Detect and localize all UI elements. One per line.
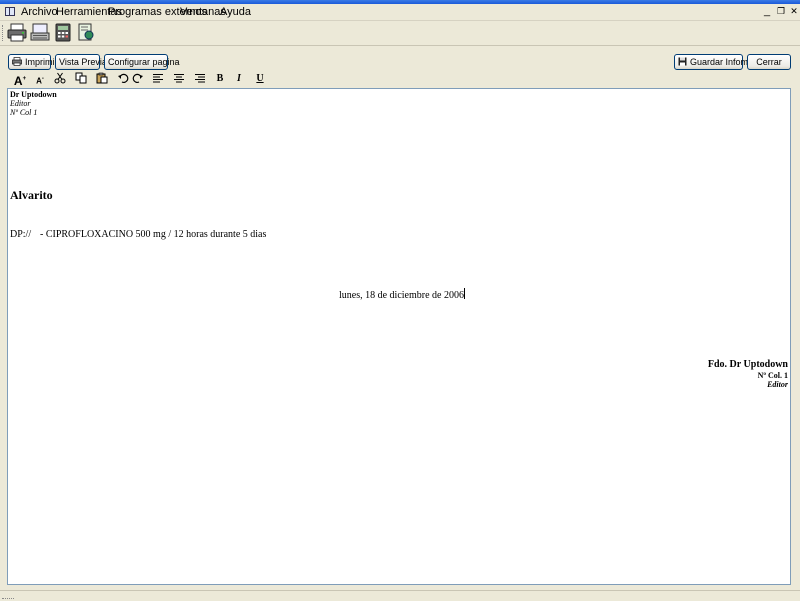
main-toolbar bbox=[0, 21, 800, 46]
app-menu-icon[interactable] bbox=[5, 7, 15, 16]
italic-button[interactable]: I bbox=[231, 72, 247, 86]
grow-font-button[interactable]: A+ bbox=[12, 72, 28, 88]
text-caret bbox=[463, 288, 465, 299]
toolbar-grip[interactable] bbox=[2, 25, 5, 41]
redo-icon[interactable] bbox=[130, 72, 146, 86]
document-icon[interactable] bbox=[76, 23, 96, 42]
align-center-icon[interactable] bbox=[171, 72, 187, 86]
floppy-icon bbox=[678, 56, 687, 70]
menu-ventanas[interactable]: Ventanas bbox=[180, 7, 226, 18]
doctor-role: Editor bbox=[10, 99, 31, 108]
close-button[interactable]: Cerrar bbox=[747, 54, 791, 70]
copy-icon[interactable] bbox=[73, 72, 89, 86]
grow-font-label: A bbox=[13, 74, 23, 88]
underline-button[interactable]: U bbox=[252, 72, 268, 86]
menu-archivo[interactable]: Archivo bbox=[21, 7, 58, 18]
signature-col-number: Nº Col. 1 bbox=[757, 371, 788, 380]
restore-icon[interactable]: ❐ bbox=[776, 6, 786, 17]
printer-icon[interactable] bbox=[7, 23, 27, 42]
save-report-button[interactable]: Guardar Infome bbox=[674, 54, 753, 70]
save-report-label: Guardar Infome bbox=[690, 57, 754, 67]
keyboard-icon[interactable] bbox=[30, 23, 50, 42]
status-grip[interactable] bbox=[2, 593, 14, 599]
menu-ayuda[interactable]: Ayuda bbox=[220, 7, 251, 18]
minimize-icon[interactable]: _ bbox=[762, 6, 772, 17]
print-button-label: Imprimir bbox=[25, 57, 58, 67]
doctor-col-number: Nº Col 1 bbox=[10, 108, 38, 117]
paste-icon[interactable] bbox=[94, 72, 110, 86]
date-text: lunes, 18 de diciembre de 2006 bbox=[339, 290, 464, 301]
patient-name: Alvarito bbox=[10, 188, 53, 202]
signature-role: Editor bbox=[767, 380, 788, 389]
prescription-line: - CIPROFLOXACINO 500 mg / 12 horas duran… bbox=[40, 229, 267, 240]
preview-button[interactable]: Vista Previa bbox=[55, 54, 107, 70]
cut-icon[interactable] bbox=[52, 72, 68, 86]
page-setup-button[interactable]: Configurar pagina bbox=[104, 54, 180, 70]
doctor-name: Dr Uptodown bbox=[10, 90, 57, 99]
date-line: lunes, 18 de diciembre de 2006 bbox=[339, 288, 465, 301]
status-bar bbox=[0, 590, 800, 601]
undo-icon[interactable] bbox=[115, 72, 131, 86]
printer-icon bbox=[12, 56, 22, 70]
calculator-icon[interactable] bbox=[53, 23, 73, 42]
bold-button[interactable]: B bbox=[212, 72, 228, 86]
dp-label: DP:// bbox=[10, 229, 32, 240]
align-right-icon[interactable] bbox=[192, 72, 208, 86]
document-editor[interactable]: Dr Uptodown Editor Nº Col 1 Alvarito DP:… bbox=[7, 88, 791, 585]
close-icon[interactable]: ✕ bbox=[789, 6, 799, 17]
menu-bar: Archivo Herramientas Programas externos … bbox=[0, 4, 800, 21]
shrink-font-button[interactable]: A- bbox=[32, 72, 48, 86]
align-left-icon[interactable] bbox=[150, 72, 166, 86]
print-button[interactable]: Imprimir bbox=[8, 54, 58, 70]
signature-name: Fdo. Dr Uptodown bbox=[707, 359, 788, 370]
